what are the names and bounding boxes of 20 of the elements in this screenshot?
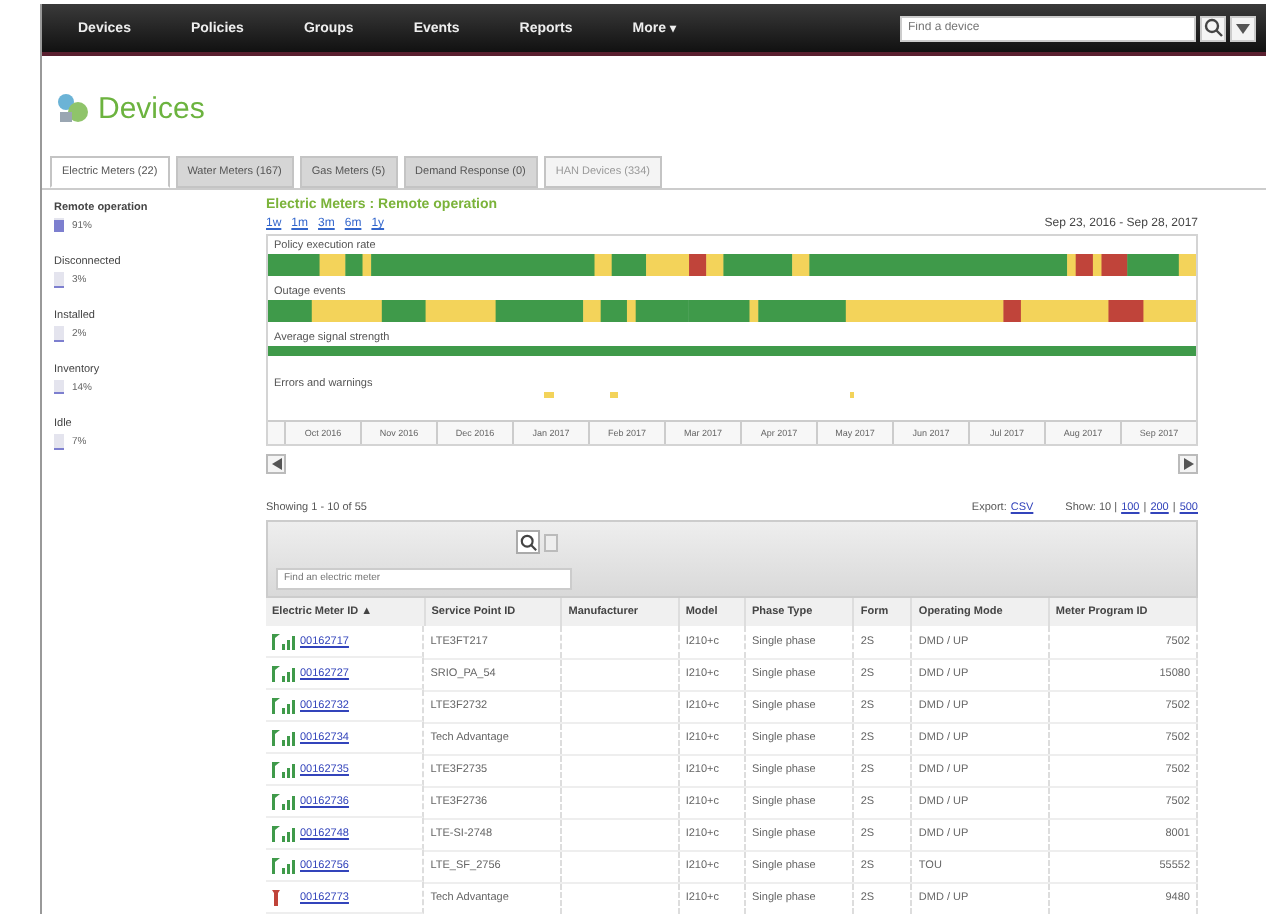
left-arrow-icon (271, 458, 281, 470)
scroll-right-button[interactable] (1178, 454, 1198, 474)
devices-icon (54, 90, 90, 126)
search-icon (1203, 18, 1223, 38)
warning-mark (544, 392, 554, 398)
share-bar (54, 380, 64, 394)
share-bar (54, 434, 64, 448)
search-icon (519, 533, 537, 551)
search-button[interactable] (516, 530, 540, 554)
warning-mark (609, 392, 619, 398)
search-button[interactable] (1200, 15, 1226, 41)
share-bar (54, 326, 64, 340)
share-bar (54, 218, 64, 232)
scroll-left-button[interactable] (266, 454, 286, 474)
caret-icon (1236, 23, 1250, 33)
share-bar (54, 272, 64, 286)
dropdown-button[interactable] (1230, 15, 1256, 41)
right-arrow-icon (1183, 458, 1193, 470)
warning-mark (849, 392, 855, 398)
page-title: Devices (98, 91, 205, 125)
